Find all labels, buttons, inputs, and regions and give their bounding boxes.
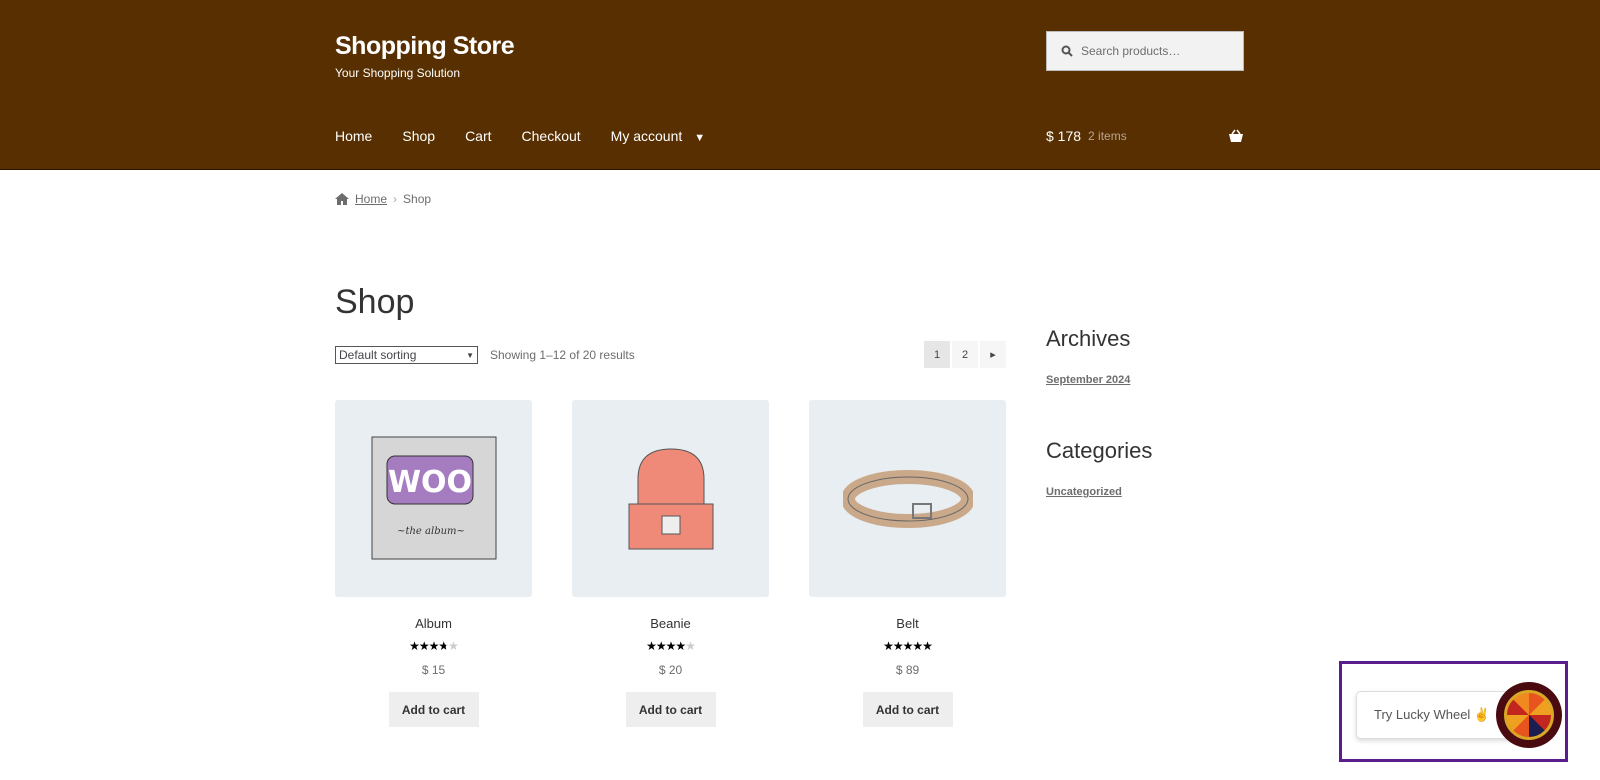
home-icon: [335, 193, 349, 205]
add-to-cart-button[interactable]: Add to cart: [862, 692, 953, 727]
product-name[interactable]: Beanie: [572, 616, 769, 631]
lucky-wheel-button[interactable]: Try Lucky Wheel ✌: [1356, 691, 1516, 739]
search-placeholder: Search products…: [1081, 44, 1181, 58]
chevron-down-icon[interactable]: ▼: [694, 132, 705, 144]
search-icon: [1061, 45, 1073, 57]
header-cart[interactable]: $ 178 2 items: [1046, 128, 1244, 144]
site-tagline: Your Shopping Solution: [335, 66, 460, 80]
product-image-beanie[interactable]: [572, 400, 769, 597]
product-price: $ 15: [421, 663, 446, 677]
cart-total: $ 178: [1046, 128, 1082, 144]
search-input[interactable]: Search products…: [1046, 31, 1244, 71]
breadcrumb-separator: ›: [393, 192, 398, 206]
nav-cart[interactable]: Cart: [465, 128, 491, 144]
breadcrumb-home[interactable]: Home: [355, 192, 387, 206]
product-card: Beanie ★★★★★★★★★★ $ 20 Add to cart: [572, 400, 769, 727]
site-branding[interactable]: Shopping Store Your Shopping Solution: [335, 32, 515, 80]
svg-text:~the album~: ~the album~: [397, 526, 465, 537]
star-rating: ★★★★★★★★★★: [646, 639, 696, 653]
star-rating: ★★★★★★★★★★: [409, 639, 459, 653]
sort-value: Default sorting: [339, 348, 417, 362]
product-price: $ 89: [895, 663, 920, 677]
categories-widget: Categories Uncategorized: [1046, 438, 1152, 498]
archive-link[interactable]: September 2024: [1046, 374, 1130, 386]
archives-title: Archives: [1046, 326, 1131, 351]
site-title[interactable]: Shopping Store: [335, 32, 515, 61]
product-card: WOO ~the album~ Album ★★★★★★★★★★ $ 15 Add…: [335, 400, 532, 727]
breadcrumb: Home › Shop: [335, 192, 431, 206]
nav-checkout[interactable]: Checkout: [522, 128, 581, 144]
add-to-cart-button[interactable]: Add to cart: [625, 692, 716, 727]
chevron-down-icon: ▼: [466, 350, 474, 360]
site-header: Shopping Store Your Shopping Solution Se…: [0, 0, 1600, 170]
page-1[interactable]: 1: [924, 341, 950, 368]
primary-nav: Home Shop Cart Checkout My account ▼: [335, 128, 705, 144]
basket-icon: [1229, 129, 1243, 142]
archives-widget: Archives September 2024: [1046, 326, 1130, 386]
category-link[interactable]: Uncategorized: [1046, 486, 1152, 498]
pagination: 1 2 ▸: [924, 341, 1006, 368]
nav-my-account[interactable]: My account ▼: [611, 128, 705, 144]
page-2[interactable]: 2: [952, 341, 978, 368]
product-price: $ 20: [658, 663, 683, 677]
nav-my-account-label: My account: [610, 128, 683, 144]
nav-shop[interactable]: Shop: [402, 128, 435, 144]
svg-text:WOO: WOO: [387, 465, 471, 500]
product-image-album[interactable]: WOO ~the album~: [335, 400, 532, 597]
lucky-wheel-widget: Try Lucky Wheel ✌: [1339, 661, 1568, 762]
nav-home[interactable]: Home: [335, 128, 372, 144]
product-name[interactable]: Belt: [809, 616, 1006, 631]
result-count: Showing 1–12 of 20 results: [490, 348, 635, 362]
product-name[interactable]: Album: [335, 616, 532, 631]
product-image-belt[interactable]: [809, 400, 1006, 597]
sort-select[interactable]: Default sorting ▼: [335, 346, 478, 364]
add-to-cart-button[interactable]: Add to cart: [388, 692, 479, 727]
next-page-icon[interactable]: ▸: [980, 341, 1006, 368]
star-rating: ★★★★★★★★★★: [883, 639, 933, 653]
breadcrumb-current: Shop: [403, 192, 432, 206]
categories-title: Categories: [1046, 438, 1153, 463]
product-card: Belt ★★★★★ ★★★★★ $ 89 Add to cart: [809, 400, 1006, 727]
page-title: Shop: [335, 283, 415, 321]
lucky-wheel-icon[interactable]: [1496, 682, 1562, 748]
cart-count: 2 items: [1088, 129, 1127, 143]
